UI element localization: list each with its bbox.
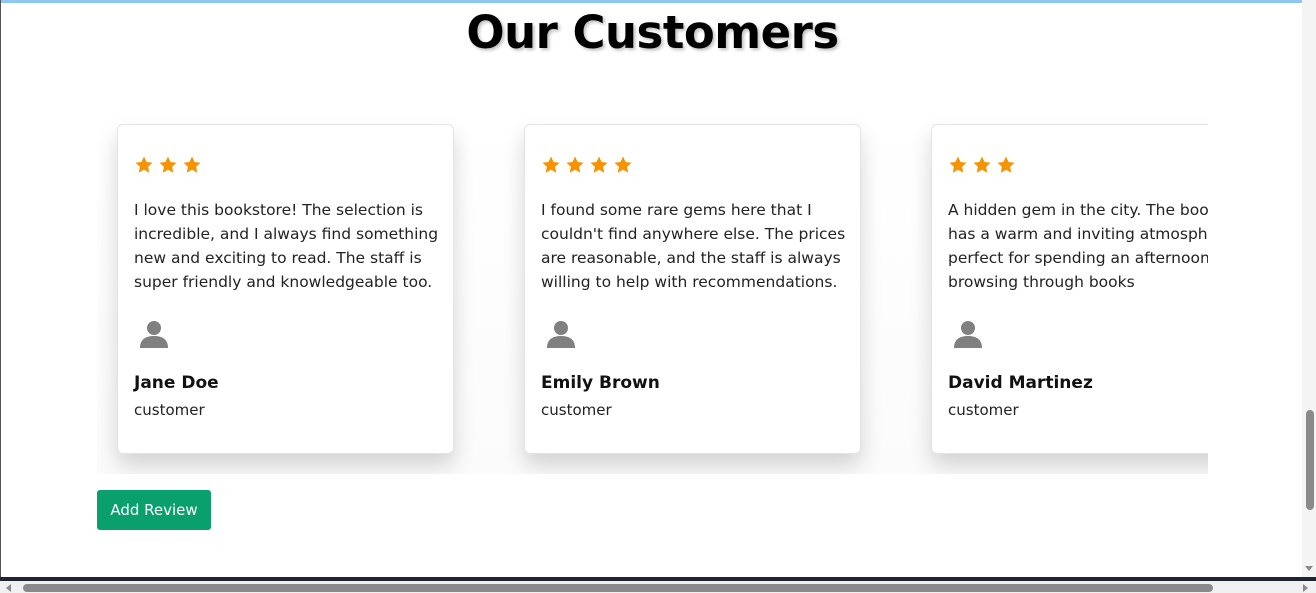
star-icon (541, 155, 561, 175)
scroll-down-arrow-icon[interactable] (1305, 566, 1313, 571)
horizontal-scrollbar[interactable] (0, 581, 1316, 593)
star-icon (158, 155, 178, 175)
user-icon (952, 318, 984, 350)
star-icon (996, 155, 1016, 175)
scroll-right-arrow-icon[interactable] (1303, 584, 1308, 592)
horizontal-scrollbar-thumb[interactable] (23, 584, 1213, 592)
review-text-line: has a warm and inviting atmosphere, (948, 225, 1208, 243)
scroll-left-arrow-icon[interactable] (6, 584, 11, 592)
review-text-line: A hidden gem in the city. The bookst (948, 201, 1208, 219)
reviews-carousel[interactable]: I love this bookstore! The selection is … (97, 104, 1208, 474)
star-icon (948, 155, 968, 175)
review-text: I love this bookstore! The selection is … (134, 201, 439, 291)
review-text: I found some rare gems here that I could… (541, 201, 846, 291)
review-card: I found some rare gems here that I could… (524, 124, 861, 454)
reviewer-name: Jane Doe (134, 373, 219, 393)
star-icon (565, 155, 585, 175)
review-text-line: browsing through books (948, 273, 1135, 291)
star-rating (541, 155, 633, 175)
star-icon (972, 155, 992, 175)
user-icon (545, 318, 577, 350)
star-rating (948, 155, 1016, 175)
review-card: A hidden gem in the city. The bookst has… (931, 124, 1208, 454)
vertical-scrollbar[interactable] (1302, 0, 1316, 577)
user-icon (138, 318, 170, 350)
star-icon (613, 155, 633, 175)
vertical-scrollbar-thumb[interactable] (1306, 410, 1314, 510)
reviewer-role: customer (541, 401, 612, 419)
star-rating (134, 155, 202, 175)
reviewer-role: customer (948, 401, 1019, 419)
star-icon (589, 155, 609, 175)
reviewer-name: David Martinez (948, 373, 1093, 393)
star-icon (134, 155, 154, 175)
review-text-line: perfect for spending an afternoon (948, 249, 1208, 267)
star-icon (182, 155, 202, 175)
reviewer-name: Emily Brown (541, 373, 660, 393)
top-accent-bar (0, 0, 1316, 3)
review-text: A hidden gem in the city. The bookst has… (948, 198, 1208, 294)
page-title: Our Customers (466, 6, 839, 59)
window-left-edge (0, 0, 1, 593)
add-review-button[interactable]: Add Review (97, 490, 211, 530)
review-card: I love this bookstore! The selection is … (117, 124, 454, 454)
reviewer-role: customer (134, 401, 205, 419)
